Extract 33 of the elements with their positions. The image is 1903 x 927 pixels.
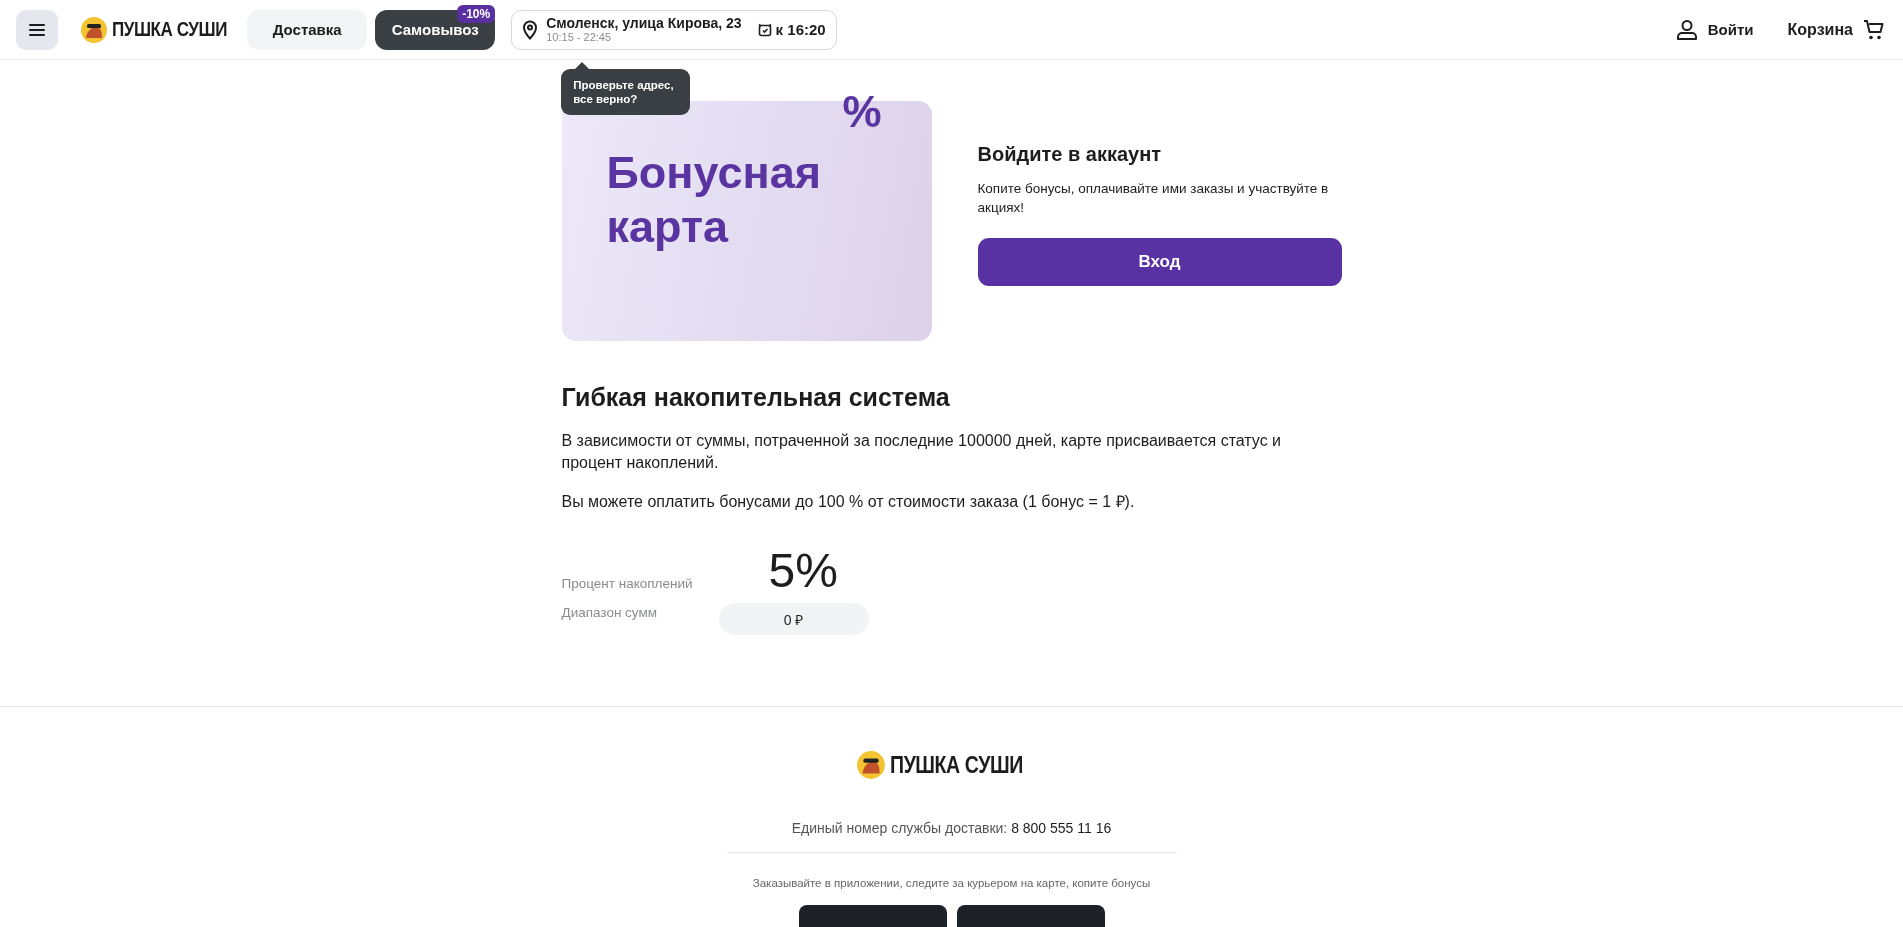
brand-name[interactable]: ПУШКА СУШИ (112, 18, 227, 41)
phone-info: Единый номер службы доставки: 8 800 555 11 16 (791, 820, 1112, 836)
user-icon (1675, 18, 1698, 41)
location-pin-icon (522, 19, 539, 40)
percent-value: 5% (768, 547, 838, 596)
discount-badge: -10% (457, 4, 496, 23)
section-heading: Гибкая накопительная система (561, 383, 951, 412)
logo-icon (856, 750, 887, 780)
login-description: Копите бонусы, оплачивайте ими заказы и участвуйте в акциях! (977, 180, 1330, 217)
cart-link[interactable]: Корзина (1787, 18, 1885, 41)
menu-button[interactable] (16, 9, 58, 50)
clock-icon (757, 22, 772, 37)
mode-tab[interactable]: Доставка (247, 9, 368, 50)
card-title: Бонусная карта (606, 146, 822, 254)
info-paragraph: В зависимости от суммы, потраченной за последние 100000 дней, карте присваивается статус и процент накоплений. (561, 431, 1283, 474)
delivery-time: к 16:20 (775, 21, 826, 38)
brand-name[interactable]: ПУШКА СУШИ (890, 751, 1024, 779)
cart-icon (1863, 18, 1885, 41)
info-paragraph: Вы можете оплатить бонусами до 100 % от стоимости заказа (1 бонус = 1 ₽). (561, 491, 1136, 512)
hours-text: 10:15 - 22:45 (546, 31, 613, 44)
menu-icon (29, 22, 45, 37)
login-title: Войдите в аккаунт (977, 143, 1163, 166)
percent-sign: % (842, 87, 882, 137)
address-tooltip: Проверьте адрес, все верно? (561, 68, 691, 116)
stat-label: Диапазон сумм (561, 604, 659, 621)
login-button[interactable]: Вход (977, 237, 1342, 286)
app-promo-text: Заказывайте в приложении, следите за курьером на карте, копите бонусы (752, 877, 1151, 889)
login-link[interactable]: Войти (1675, 18, 1754, 41)
address-text: Смоленск, улица Кирова, 23 (546, 15, 742, 32)
address-selector[interactable]: Смоленск, улица Кирова, 23 10:15 - 22:45 к 16:20 (511, 9, 837, 50)
stat-label: Процент накоплений (561, 576, 694, 594)
range-value: 0 ₽ (718, 603, 869, 636)
logo-icon (80, 15, 108, 44)
